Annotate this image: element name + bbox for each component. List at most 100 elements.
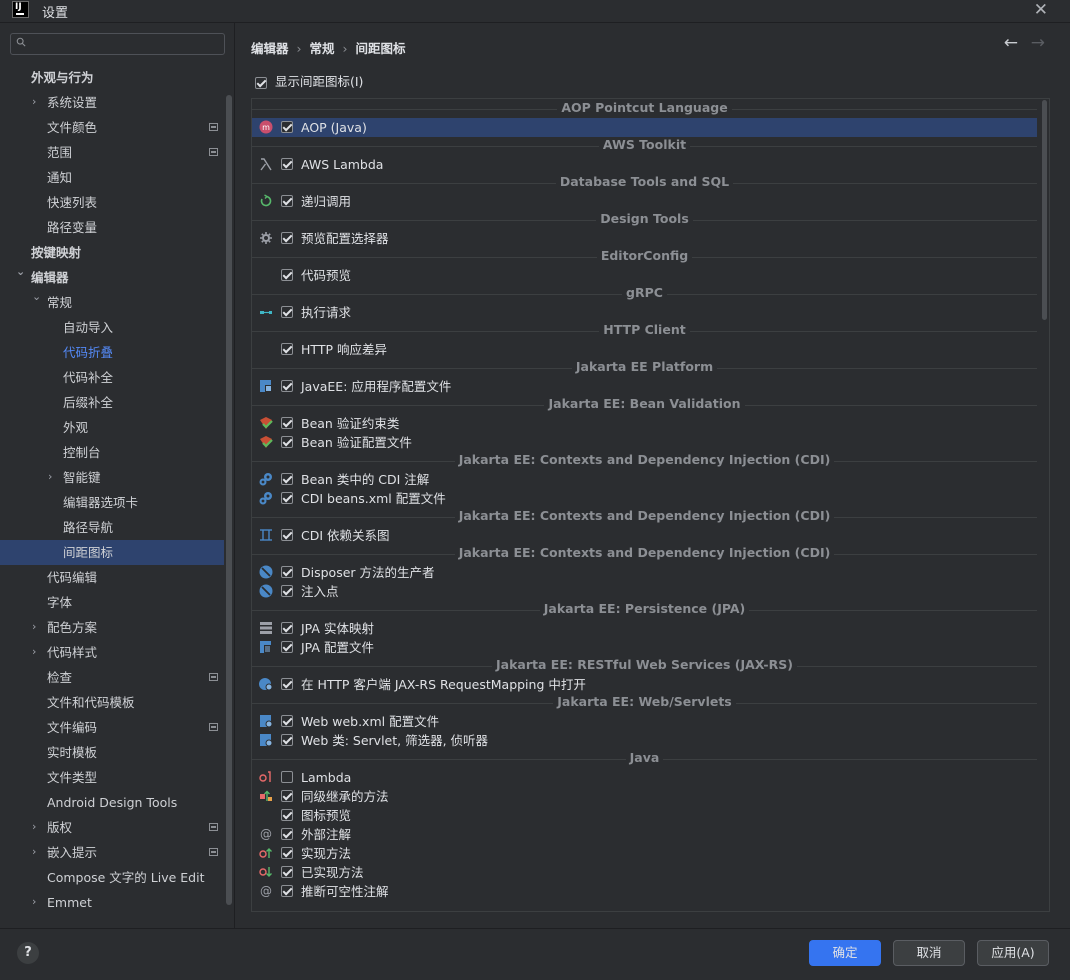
option-checkbox[interactable] [281, 847, 293, 859]
option-checkbox[interactable] [281, 417, 293, 429]
sidebar-item[interactable]: 控制台 [0, 440, 224, 465]
option-checkbox[interactable] [281, 529, 293, 541]
gutter-option-row[interactable]: 实现方法 [252, 844, 1037, 863]
gutter-option-row[interactable]: 执行请求 [252, 303, 1037, 322]
option-checkbox[interactable] [281, 885, 293, 897]
sidebar-item[interactable]: › 代码样式 [0, 640, 224, 665]
option-checkbox[interactable] [281, 121, 293, 133]
option-checkbox[interactable] [281, 790, 293, 802]
gutter-option-row[interactable]: @ 推断可空性注解 [252, 882, 1037, 901]
help-icon[interactable]: ? [17, 942, 39, 964]
option-checkbox[interactable] [281, 678, 293, 690]
chevron-right-icon[interactable]: › [32, 896, 40, 907]
option-checkbox[interactable] [281, 232, 293, 244]
sidebar-item[interactable]: 代码编辑 [0, 565, 224, 590]
option-checkbox[interactable] [281, 306, 293, 318]
sidebar-item[interactable]: › 配色方案 [0, 615, 224, 640]
option-checkbox[interactable] [281, 269, 293, 281]
chevron-right-icon[interactable]: › [48, 471, 56, 482]
cancel-button[interactable]: 取消 [893, 940, 965, 966]
option-checkbox[interactable] [281, 715, 293, 727]
sidebar-item[interactable]: › 版权 [0, 815, 224, 840]
gutter-option-row[interactable]: JavaEE: 应用程序配置文件 [252, 377, 1037, 396]
list-scrollbar[interactable] [1042, 100, 1047, 320]
chevron-right-icon[interactable]: › [32, 621, 40, 632]
sidebar-item[interactable]: 路径导航 [0, 515, 224, 540]
option-checkbox[interactable] [281, 158, 293, 170]
sidebar-item[interactable]: Compose 文字的 Live Edit [0, 865, 224, 890]
sidebar-item[interactable]: 快速列表 [0, 190, 224, 215]
gutter-option-row[interactable]: @ 外部注解 [252, 825, 1037, 844]
gutter-option-row[interactable]: Web 类: Servlet, 筛选器, 侦听器 [252, 731, 1037, 750]
sidebar-item[interactable]: Android Design Tools [0, 790, 224, 815]
gutter-option-row[interactable]: CDI beans.xml 配置文件 [252, 489, 1037, 508]
option-checkbox[interactable] [281, 641, 293, 653]
sidebar-item[interactable]: 按键映射 [0, 240, 224, 265]
gutter-option-row[interactable]: 递归调用 [252, 192, 1037, 211]
chevron-down-icon[interactable]: ⌄ [16, 266, 25, 277]
gutter-option-row[interactable]: 代码预览 [252, 266, 1037, 285]
gutter-option-row[interactable]: 在 HTTP 客户端 JAX-RS RequestMapping 中打开 [252, 675, 1037, 694]
sidebar-item[interactable]: 后缀补全 [0, 390, 224, 415]
breadcrumb-item[interactable]: 常规 [310, 41, 335, 56]
show-gutter-icons-checkbox[interactable] [255, 76, 267, 89]
sidebar-item[interactable]: 外观 [0, 415, 224, 440]
search-input[interactable] [10, 33, 225, 55]
option-checkbox[interactable] [281, 492, 293, 504]
sidebar-item[interactable]: 字体 [0, 590, 224, 615]
chevron-right-icon[interactable]: › [32, 96, 40, 107]
apply-button[interactable]: 应用(A) [977, 940, 1049, 966]
gutter-option-row[interactable]: 图标预览 [252, 806, 1037, 825]
gutter-option-row[interactable]: Disposer 方法的生产者 [252, 563, 1037, 582]
option-checkbox[interactable] [281, 566, 293, 578]
option-checkbox[interactable] [281, 380, 293, 392]
gutter-option-row[interactable]: 已实现方法 [252, 863, 1037, 882]
sidebar-item[interactable]: ⌄ 编辑器 [0, 265, 224, 290]
ok-button[interactable]: 确定 [809, 940, 881, 966]
chevron-right-icon[interactable]: › [32, 821, 40, 832]
gutter-option-row[interactable]: Bean 类中的 CDI 注解 [252, 470, 1037, 489]
option-checkbox[interactable] [281, 809, 293, 821]
sidebar-item[interactable]: 范围 [0, 140, 224, 165]
back-arrow-icon[interactable]: ← [1004, 33, 1018, 53]
option-checkbox[interactable] [281, 343, 293, 355]
option-checkbox[interactable] [281, 828, 293, 840]
chevron-right-icon[interactable]: › [32, 646, 40, 657]
sidebar-item[interactable]: › 智能键 [0, 465, 224, 490]
gutter-option-row[interactable]: Bean 验证配置文件 [252, 433, 1037, 452]
chevron-right-icon[interactable]: › [32, 846, 40, 857]
gutter-option-row[interactable]: Web web.xml 配置文件 [252, 712, 1037, 731]
gutter-option-row[interactable]: JPA 实体映射 [252, 619, 1037, 638]
option-checkbox[interactable] [281, 436, 293, 448]
sidebar-item[interactable]: 文件颜色 [0, 115, 224, 140]
sidebar-item[interactable]: › 系统设置 [0, 90, 224, 115]
sidebar-item[interactable]: 文件编码 [0, 715, 224, 740]
option-checkbox[interactable] [281, 195, 293, 207]
sidebar-item[interactable]: 通知 [0, 165, 224, 190]
breadcrumb-item[interactable]: 编辑器 [251, 41, 289, 56]
gutter-option-row[interactable]: 注入点 [252, 582, 1037, 601]
gutter-option-row[interactable]: m AOP (Java) [252, 118, 1037, 137]
sidebar-item[interactable]: 路径变量 [0, 215, 224, 240]
sidebar-item[interactable]: 编辑器选项卡 [0, 490, 224, 515]
gutter-option-row[interactable]: JPA 配置文件 [252, 638, 1037, 657]
option-checkbox[interactable] [281, 622, 293, 634]
gutter-option-row[interactable]: 预览配置选择器 [252, 229, 1037, 248]
gutter-option-row[interactable]: Lambda [252, 768, 1037, 787]
sidebar-item[interactable]: ⌄ 常规 [0, 290, 224, 315]
sidebar-item[interactable]: 实时模板 [0, 740, 224, 765]
show-gutter-icons-option[interactable]: 显示间距图标(I) [255, 73, 363, 91]
sidebar-item[interactable]: 间距图标 [0, 540, 224, 565]
chevron-down-icon[interactable]: ⌄ [32, 291, 41, 302]
option-checkbox[interactable] [281, 734, 293, 746]
sidebar-item[interactable]: 代码折叠 [0, 340, 224, 365]
option-checkbox[interactable] [281, 473, 293, 485]
sidebar-scrollbar[interactable] [226, 95, 232, 905]
sidebar-item[interactable]: 代码补全 [0, 365, 224, 390]
gutter-option-row[interactable]: 同级继承的方法 [252, 787, 1037, 806]
sidebar-item[interactable]: 检查 [0, 665, 224, 690]
close-icon[interactable]: ✕ [1034, 0, 1048, 20]
sidebar-item[interactable]: 外观与行为 [0, 65, 224, 90]
sidebar-item[interactable]: › Emmet [0, 890, 224, 915]
sidebar-item[interactable]: 文件和代码模板 [0, 690, 224, 715]
